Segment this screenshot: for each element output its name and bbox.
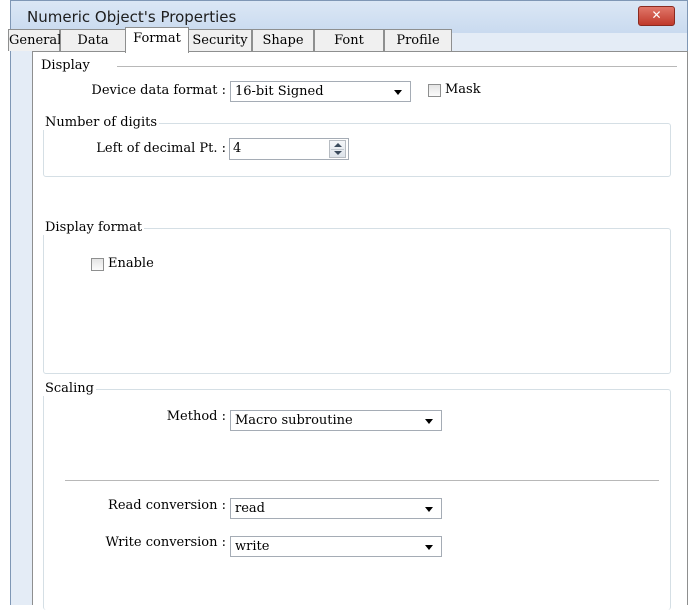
chevron-down-icon bbox=[425, 507, 433, 512]
chevron-down-icon bbox=[394, 90, 402, 95]
mask-label: Mask bbox=[445, 82, 481, 97]
device-data-format-value: 16-bit Signed bbox=[235, 84, 324, 99]
format-tab-panel: Display Device data format : 16-bit Sign… bbox=[32, 51, 688, 610]
tab-font[interactable]: Font bbox=[314, 29, 384, 51]
enable-label: Enable bbox=[108, 256, 154, 271]
tab-security[interactable]: Security bbox=[188, 29, 252, 51]
read-conversion-label: Read conversion : bbox=[108, 498, 226, 513]
tab-data-entry[interactable]: Data Entry bbox=[60, 29, 126, 70]
chevron-down-icon bbox=[425, 545, 433, 550]
close-icon: ✕ bbox=[651, 8, 662, 22]
spin-up-icon bbox=[334, 143, 342, 147]
tab-general[interactable]: General bbox=[8, 29, 61, 51]
display-section-title: Display bbox=[41, 58, 90, 73]
window-title: Numeric Object's Properties bbox=[27, 8, 237, 26]
left-of-decimal-label: Left of decimal Pt. : bbox=[96, 141, 226, 156]
method-select[interactable]: Macro subroutine bbox=[230, 410, 442, 431]
spinner-arrows-icon[interactable] bbox=[329, 140, 346, 158]
enable-checkbox[interactable] bbox=[91, 258, 104, 271]
write-conversion-label: Write conversion : bbox=[105, 535, 226, 550]
mask-checkbox[interactable] bbox=[428, 84, 441, 97]
spin-down-icon bbox=[334, 151, 342, 155]
left-of-decimal-value: 4 bbox=[233, 141, 242, 156]
tab-shape[interactable]: Shape bbox=[252, 29, 314, 51]
tab-format[interactable]: Format bbox=[125, 27, 189, 53]
number-of-digits-title: Number of digits bbox=[43, 115, 160, 130]
method-label: Method : bbox=[166, 409, 226, 424]
scaling-title: Scaling bbox=[43, 381, 96, 396]
scaling-separator bbox=[65, 480, 659, 481]
read-conversion-select[interactable]: read bbox=[230, 498, 442, 519]
tab-profile[interactable]: Profile bbox=[384, 29, 452, 51]
display-separator bbox=[117, 66, 677, 67]
method-value: Macro subroutine bbox=[235, 413, 353, 428]
display-format-group bbox=[43, 228, 671, 374]
display-format-title: Display format bbox=[43, 220, 145, 235]
device-data-format-label: Device data format : bbox=[91, 83, 226, 98]
write-conversion-value: write bbox=[235, 539, 270, 554]
write-conversion-select[interactable]: write bbox=[230, 536, 442, 557]
chevron-down-icon bbox=[425, 419, 433, 424]
spin-divider bbox=[331, 149, 344, 150]
device-data-format-select[interactable]: 16-bit Signed bbox=[230, 81, 411, 102]
close-button[interactable]: ✕ bbox=[638, 6, 675, 26]
read-conversion-value: read bbox=[235, 501, 265, 516]
left-of-decimal-spinner[interactable]: 4 bbox=[229, 138, 349, 160]
